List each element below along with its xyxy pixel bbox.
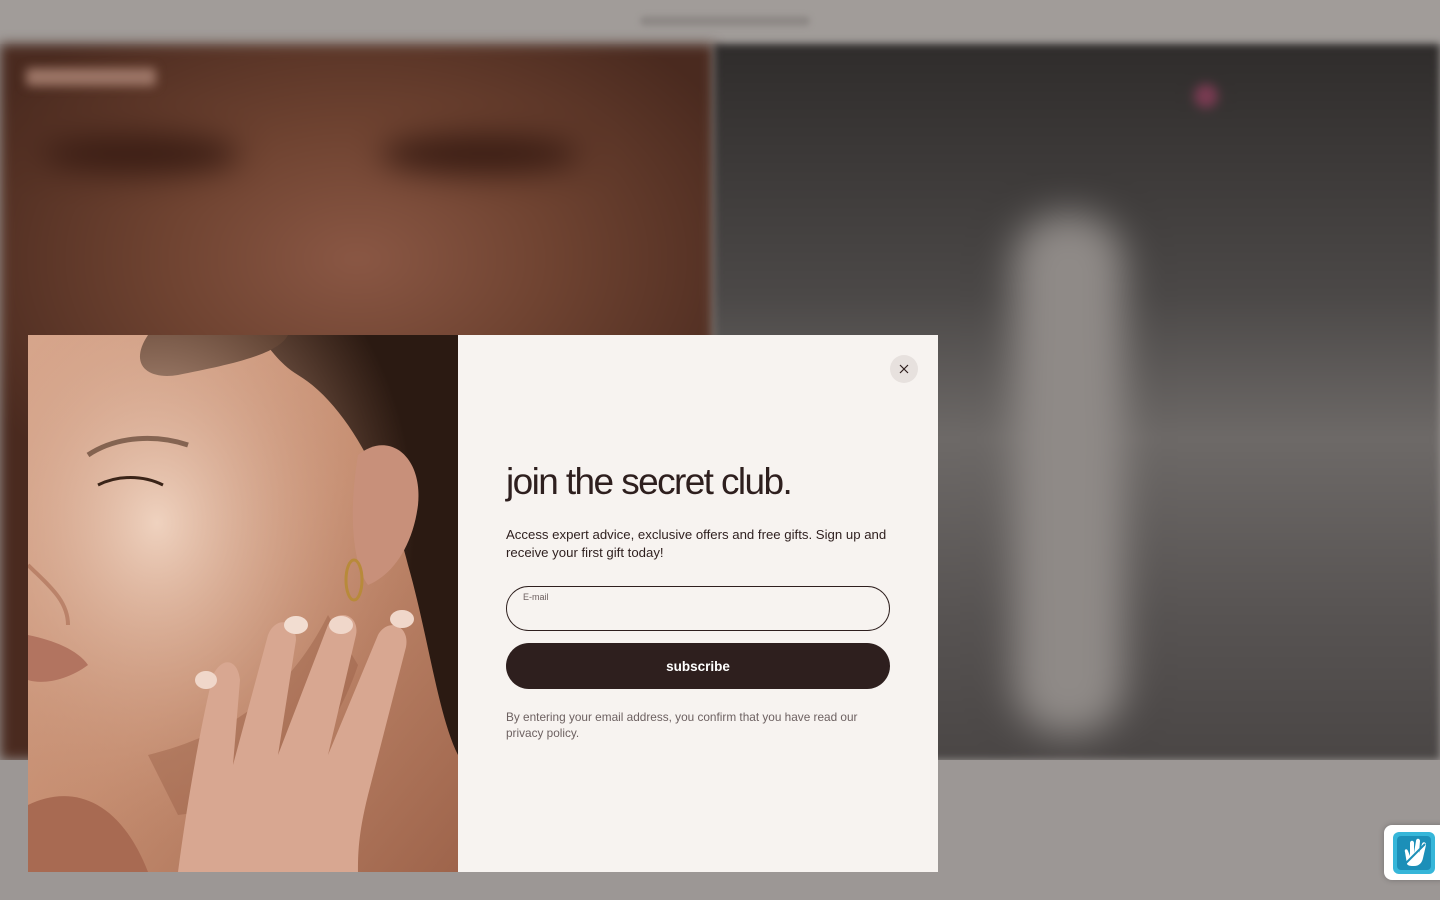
modal-photo [28, 335, 458, 872]
hand-icon [1393, 831, 1435, 874]
subscribe-button[interactable]: subscribe [506, 643, 890, 689]
email-field-label: E-mail [523, 592, 549, 602]
modal-description: Access expert advice, exclusive offers a… [506, 527, 887, 560]
newsletter-modal: join the secret club. Access expert advi… [28, 335, 938, 872]
privacy-disclaimer: By entering your email address, you conf… [506, 710, 858, 740]
announcement-bar [0, 0, 1440, 44]
email-input[interactable] [523, 605, 873, 625]
close-icon [899, 364, 909, 374]
close-button[interactable] [890, 355, 918, 383]
site-logo [26, 68, 156, 86]
modal-headline: join the secret club. [506, 461, 793, 502]
modal-form-panel: join the secret club. Access expert advi… [458, 335, 938, 872]
accessibility-widget[interactable] [1384, 825, 1440, 880]
email-field[interactable]: E-mail [506, 586, 890, 631]
